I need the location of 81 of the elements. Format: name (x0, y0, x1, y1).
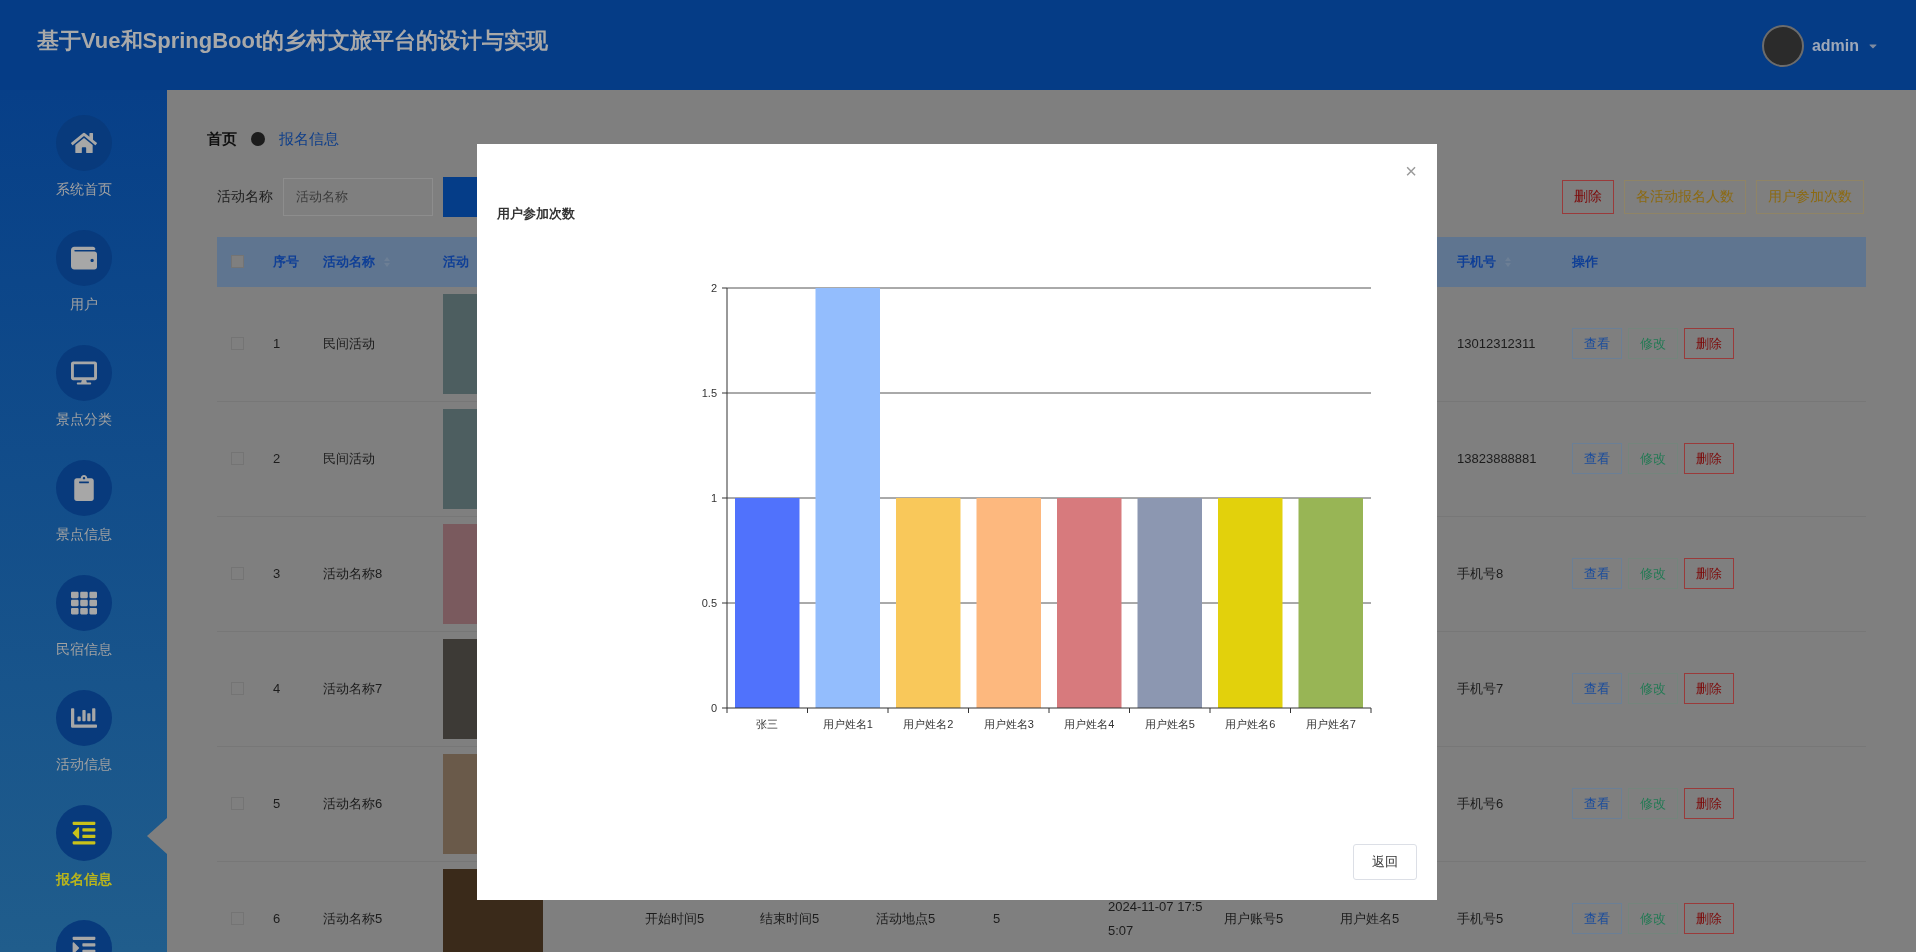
row-action-button[interactable]: 查看 (1572, 788, 1622, 819)
y-tick-label: 1.5 (701, 387, 717, 399)
table-cell-text: 活动名称6 (323, 794, 383, 813)
row-action-button[interactable]: 查看 (1572, 673, 1622, 704)
table-cell-text: 用户姓名5 (1340, 909, 1400, 928)
row-action-button[interactable]: 删除 (1684, 788, 1734, 819)
table-cell-text: 手机号8 (1457, 564, 1504, 583)
table-cell-text: 2 (272, 449, 281, 468)
row-action-button[interactable]: 查看 (1572, 558, 1622, 589)
chart-title: 用户参加次数 (497, 205, 576, 223)
column-header: 操作 (1572, 252, 1598, 271)
row-action-button[interactable]: 删除 (1684, 903, 1734, 934)
sidebar-item[interactable]: 系统首页 (0, 90, 167, 205)
column-header[interactable]: 活动名称 (323, 251, 375, 272)
search-field[interactable]: 活动名称 (283, 177, 433, 216)
column-header[interactable]: 手机号 (1457, 251, 1496, 272)
search-label: 活动名称 (217, 187, 273, 206)
table-cell-text: 用户账号5 (1224, 909, 1284, 928)
x-tick-label: 用户姓名3 (983, 718, 1034, 730)
table-cell-text: 13823888881 (1457, 449, 1537, 468)
checkbox[interactable] (230, 255, 244, 268)
table-cell-text: 手机号7 (1457, 679, 1504, 698)
sidebar-item[interactable]: 用户 (0, 205, 167, 320)
grid-icon (70, 590, 97, 616)
wallet-icon (70, 245, 97, 271)
x-tick-label: 用户姓名4 (1064, 718, 1115, 730)
home-icon (70, 130, 97, 156)
row-action-button[interactable]: 删除 (1684, 558, 1734, 589)
table-cell-text: 5 (272, 794, 281, 813)
table-cell-text: 13012312311 (1457, 334, 1536, 353)
row-action-button[interactable]: 查看 (1572, 903, 1622, 934)
app-title: 基于Vue和SpringBoot的乡村文旅平台的设计与实现 (37, 27, 549, 55)
toolbar-button[interactable]: 删除 (1562, 179, 1614, 214)
bar-chart-icon (70, 705, 97, 731)
row-action-button[interactable]: 查看 (1572, 443, 1622, 474)
selection-pointer (147, 818, 167, 854)
row-action-button[interactable]: 删除 (1684, 328, 1734, 359)
row-action-button[interactable]: 查看 (1572, 328, 1622, 359)
x-tick-label: 用户姓名2 (903, 718, 954, 730)
breadcrumb-link[interactable]: 首页 (207, 128, 237, 151)
close-button[interactable]: × (1405, 158, 1417, 184)
table-cell-text: 活动名称8 (323, 564, 383, 583)
table-cell-text: 手机号5 (1457, 909, 1504, 928)
table-cell-text: 开始时间5 (645, 909, 705, 928)
user-name[interactable]: admin (1811, 34, 1859, 58)
y-tick-label: 1 (710, 492, 717, 504)
sidebar-item[interactable]: 活动信息 (0, 665, 167, 780)
table-cell-text: 活动名称7 (323, 679, 383, 698)
sidebar-item[interactable]: 景点分类 (0, 320, 167, 435)
table-cell-text: 6 (272, 909, 281, 928)
x-tick-label: 用户姓名7 (1305, 718, 1356, 730)
table-cell-text: 活动名称5 (323, 909, 383, 928)
sidebar-item[interactable]: 报名信息 (0, 780, 167, 895)
y-tick-label: 0 (710, 702, 717, 714)
y-tick-label: 2 (710, 282, 717, 294)
monitor-icon (70, 360, 97, 386)
x-tick-label: 用户姓名6 (1225, 718, 1276, 730)
table-cell-text: 5 (993, 909, 1001, 928)
x-tick-label: 用户姓名5 (1144, 718, 1195, 730)
table-cell-text: 活动地点5 (876, 909, 936, 928)
list-arrow-icon (70, 820, 97, 846)
x-tick-label: 用户姓名1 (822, 718, 873, 730)
column-header: 序号 (272, 252, 299, 271)
x-tick-label: 张三 (756, 718, 779, 730)
table-cell-text: 民间活动 (323, 449, 375, 468)
table-cell-text: 3 (272, 564, 281, 583)
table-cell-text: 手机号6 (1457, 794, 1504, 813)
row-action-button[interactable]: 删除 (1684, 673, 1734, 704)
table-cell-text: 1 (272, 334, 281, 353)
table-cell-text: 民间活动 (323, 334, 375, 353)
sidebar-item[interactable]: 民宿信息 (0, 550, 167, 665)
column-header: 活动 (443, 252, 469, 271)
table-cell-text: 4 (272, 679, 281, 698)
y-tick-label: 0.5 (701, 597, 717, 609)
avatar[interactable] (1761, 25, 1804, 67)
row-action-button[interactable]: 删除 (1684, 443, 1734, 474)
table-cell-text: 2024-11-07 17:55:07 (1108, 897, 1204, 940)
table-cell-text: 结束时间5 (760, 909, 820, 928)
breadcrumb-current[interactable]: 报名信息 (279, 128, 339, 151)
sidebar-item[interactable]: 景点信息 (0, 435, 167, 550)
back-button[interactable]: 返回 (1353, 844, 1417, 880)
